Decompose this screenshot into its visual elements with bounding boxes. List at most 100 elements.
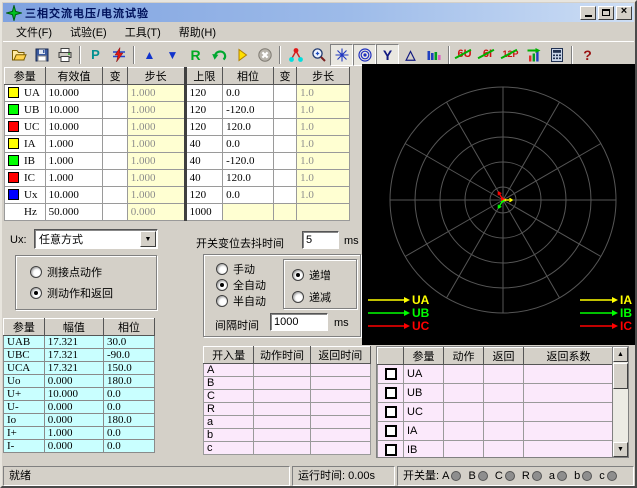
var-cell[interactable] (103, 187, 127, 204)
step-cell[interactable]: 1.000 (127, 170, 185, 187)
step-cell[interactable]: 1.000 (127, 153, 185, 170)
var-cell[interactable] (103, 85, 127, 102)
chevron-down-icon[interactable]: ▼ (140, 231, 156, 247)
scroll-thumb[interactable] (613, 363, 628, 389)
phase-cell[interactable]: 0.0 (223, 187, 274, 204)
radio-semi-auto[interactable] (216, 295, 228, 307)
var-cell[interactable] (103, 119, 127, 136)
rms-cell[interactable]: 10.000 (45, 119, 103, 136)
phase-step-cell[interactable]: 1.0 (297, 85, 350, 102)
radio-full-auto[interactable] (216, 279, 228, 291)
radio-increase[interactable] (292, 269, 304, 281)
step-cell[interactable]: 1.000 (127, 102, 185, 119)
menu-test[interactable]: 试验(E) (61, 22, 116, 42)
reset-button[interactable]: R (184, 44, 207, 66)
phase-cell[interactable]: 0.0 (223, 85, 274, 102)
radio-decrease[interactable] (292, 291, 304, 303)
calculator-button[interactable] (545, 44, 568, 66)
checkbox[interactable] (385, 368, 397, 380)
var-cell[interactable] (103, 204, 127, 221)
radio-contact-action[interactable] (30, 266, 42, 278)
phase-cell[interactable]: 0.0 (223, 136, 274, 153)
star-view-button[interactable] (330, 44, 353, 66)
checkbox[interactable] (385, 425, 397, 437)
rms-cell[interactable]: 10.000 (45, 85, 103, 102)
limit-cell[interactable]: 120 (185, 187, 223, 204)
phase-step-cell[interactable]: 1.0 (297, 170, 350, 187)
start-button[interactable] (230, 44, 253, 66)
step-cell[interactable]: 1.000 (127, 187, 185, 204)
step-cell[interactable]: 0.000 (127, 204, 185, 221)
minimize-button[interactable] (580, 6, 596, 20)
short-circuit-button[interactable] (107, 44, 130, 66)
var-cell[interactable] (273, 85, 296, 102)
rms-cell[interactable]: 1.000 (45, 170, 103, 187)
var-cell[interactable] (273, 102, 296, 119)
var-cell[interactable] (273, 170, 296, 187)
six-i-button[interactable]: 6I (476, 44, 499, 66)
close-button[interactable]: × (616, 6, 632, 20)
menu-tools[interactable]: 工具(T) (116, 22, 170, 42)
six-u-button[interactable]: 6U (453, 44, 476, 66)
phase-step-cell[interactable]: 1.0 (297, 119, 350, 136)
var-cell[interactable] (273, 153, 296, 170)
open-file-button[interactable] (7, 44, 30, 66)
phase-step-cell[interactable]: 1.0 (297, 136, 350, 153)
rms-cell[interactable]: 10.000 (45, 187, 103, 204)
rms-cell[interactable]: 50.000 (45, 204, 103, 221)
zoom-in-button[interactable] (307, 44, 330, 66)
scroll-down-button[interactable]: ▼ (613, 442, 628, 457)
checkbox[interactable] (385, 387, 397, 399)
menu-file[interactable]: 文件(F) (7, 22, 61, 42)
phase-cell[interactable]: -120.0 (223, 102, 274, 119)
scroll-up-button[interactable]: ▲ (613, 347, 628, 362)
phase-cell[interactable]: -120.0 (223, 153, 274, 170)
radio-action-return[interactable] (30, 287, 42, 299)
undo-button[interactable] (207, 44, 230, 66)
rms-cell[interactable]: 1.000 (45, 136, 103, 153)
scrollbar[interactable]: ▲ ▼ (612, 347, 628, 457)
menu-help[interactable]: 帮助(H) (170, 22, 225, 42)
var-cell[interactable] (273, 136, 296, 153)
limit-cell[interactable]: 1000 (185, 204, 223, 221)
interval-input[interactable] (270, 313, 328, 331)
var-cell[interactable] (103, 136, 127, 153)
limit-cell[interactable]: 120 (185, 85, 223, 102)
circles-view-button[interactable] (353, 44, 376, 66)
var-cell[interactable] (273, 119, 296, 136)
var-cell[interactable] (273, 187, 296, 204)
radio-manual[interactable] (216, 263, 228, 275)
var-cell[interactable] (103, 170, 127, 187)
var-cell[interactable] (273, 204, 296, 221)
print-button[interactable] (53, 44, 76, 66)
limit-cell[interactable]: 40 (185, 136, 223, 153)
phase-cell[interactable]: 120.0 (223, 170, 274, 187)
wye-view-button[interactable]: Y (376, 44, 399, 66)
debounce-input[interactable] (302, 231, 339, 249)
step-cell[interactable]: 1.000 (127, 119, 185, 136)
maximize-button[interactable] (598, 6, 614, 20)
bar-view-button[interactable] (422, 44, 445, 66)
rms-cell[interactable]: 1.000 (45, 153, 103, 170)
phase-step-cell[interactable] (297, 204, 350, 221)
rms-cell[interactable]: 10.000 (45, 102, 103, 119)
var-cell[interactable] (103, 102, 127, 119)
var-cell[interactable] (103, 153, 127, 170)
checkbox[interactable] (385, 406, 397, 418)
step-down-button[interactable]: ▼ (161, 44, 184, 66)
limit-cell[interactable]: 40 (185, 170, 223, 187)
pause-button[interactable]: P (84, 44, 107, 66)
limit-cell[interactable]: 40 (185, 153, 223, 170)
stop-button[interactable] (253, 44, 276, 66)
phase-step-cell[interactable]: 1.0 (297, 187, 350, 204)
output-button[interactable] (522, 44, 545, 66)
step-cell[interactable]: 1.000 (127, 85, 185, 102)
delta-view-button[interactable]: △ (399, 44, 422, 66)
step-cell[interactable]: 1.000 (127, 136, 185, 153)
phase-cell[interactable] (223, 204, 274, 221)
phase-step-cell[interactable]: 1.0 (297, 153, 350, 170)
twelve-p-button[interactable]: 12P (499, 44, 522, 66)
help-button[interactable]: ? (576, 44, 599, 66)
ux-mode-select[interactable]: 任意方式 ▼ (34, 229, 158, 249)
limit-cell[interactable]: 120 (185, 102, 223, 119)
